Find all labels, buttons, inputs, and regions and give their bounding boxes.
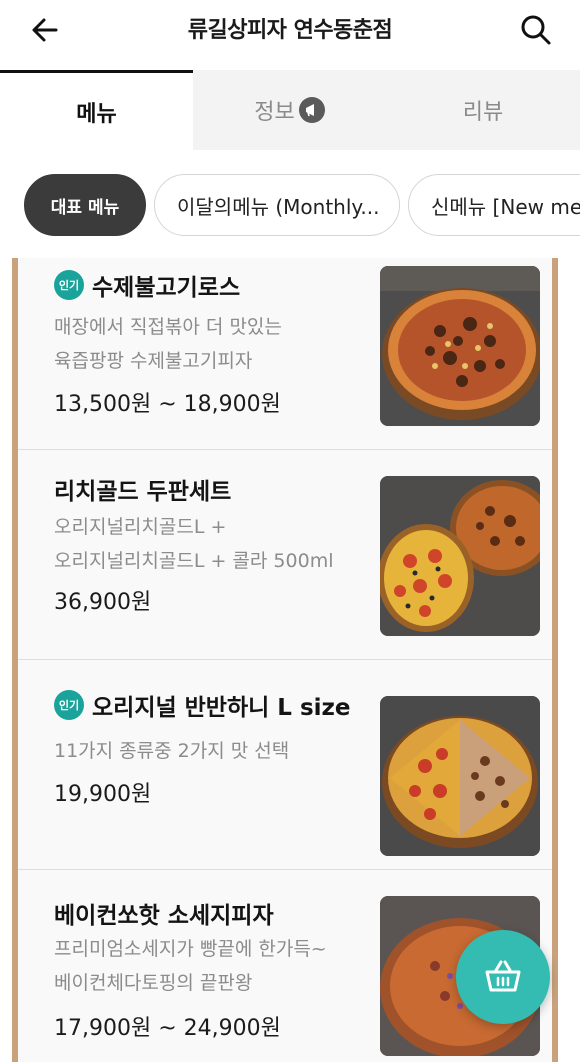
menu-item-name: 인기 수제불고기로스 xyxy=(54,268,240,302)
menu-item-description: 오리지널리치골드L + 오리지널리치골드L + 콜라 500ml xyxy=(54,510,333,578)
tab-info[interactable]: 정보 xyxy=(193,70,386,150)
search-button[interactable] xyxy=(516,10,556,50)
menu-item-name: 인기 오리지널 반반하니 L size xyxy=(54,688,351,722)
menu-item-price: 19,900원 xyxy=(54,782,152,807)
description-line: 베이컨체다토핑의 끝판왕 xyxy=(54,972,253,994)
menu-item-image xyxy=(380,476,540,636)
menu-item-description: 프리미엄소세지가 빵끝에 한가득~ 베이컨체다토핑의 끝판왕 xyxy=(54,932,327,1000)
tab-reviews[interactable]: 리뷰 xyxy=(386,70,580,150)
menu-item[interactable]: 인기 수제불고기로스 매장에서 직접볶아 더 맛있는 육즙팡팡 수제불고기피자 … xyxy=(18,258,552,450)
popular-badge: 인기 xyxy=(54,690,84,720)
menu-item-price: 36,900원 xyxy=(54,590,152,615)
menu-item-price: 13,500원 ~ 18,900원 xyxy=(54,392,281,417)
menu-item-image xyxy=(380,696,540,856)
popular-badge: 인기 xyxy=(54,270,84,300)
cart-button[interactable] xyxy=(456,930,550,1024)
description-line: 육즙팡팡 수제불고기피자 xyxy=(54,350,253,372)
menu-item-price: 17,900원 ~ 24,900원 xyxy=(54,1016,281,1041)
menu-item-title: 수제불고기로스 xyxy=(92,275,241,301)
menu-item-title: 오리지널 반반하니 L size xyxy=(92,695,351,721)
shopping-basket-icon xyxy=(485,960,521,992)
menu-item-name: 리치골드 두판세트 xyxy=(54,472,231,506)
menu-item-description: 매장에서 직접볶아 더 맛있는 육즙팡팡 수제불고기피자 xyxy=(54,310,282,378)
description-line: 11가지 종류중 2가지 맛 선택 xyxy=(54,740,290,762)
description-line: 매장에서 직접볶아 더 맛있는 xyxy=(54,316,282,338)
search-icon xyxy=(521,15,551,45)
menu-item-title: 베이컨쏘핫 소세지피자 xyxy=(54,903,274,929)
description-line: 프리미엄소세지가 빵끝에 한가득~ xyxy=(54,938,327,960)
menu-item-title: 리치골드 두판세트 xyxy=(54,479,232,505)
chip-monthly-menu[interactable]: 이달의메뉴 (Monthly... xyxy=(154,174,400,236)
menu-item-name: 베이컨쏘핫 소세지피자 xyxy=(54,896,274,930)
app-header: 류길상피자 연수동춘점 xyxy=(0,0,580,70)
menu-item-description: 11가지 종류중 2가지 맛 선택 xyxy=(54,734,289,768)
description-line: 오리지널리치골드L + 콜라 500ml xyxy=(54,550,334,572)
tab-menu[interactable]: 메뉴 xyxy=(0,70,193,150)
chip-new-menu[interactable]: 신메뉴 [New men xyxy=(408,174,580,236)
megaphone-icon xyxy=(298,97,325,123)
category-chips: 대표 메뉴 이달의메뉴 (Monthly... 신메뉴 [New men xyxy=(0,150,580,260)
tab-label: 메뉴 xyxy=(76,101,117,127)
menu-item[interactable]: 리치골드 두판세트 오리지널리치골드L + 오리지널리치골드L + 콜라 500… xyxy=(18,450,552,660)
tab-label: 정보 xyxy=(254,100,295,125)
menu-item-image xyxy=(380,266,540,426)
chip-featured-menu[interactable]: 대표 메뉴 xyxy=(24,174,146,236)
description-line: 오리지널리치골드L + xyxy=(54,516,227,538)
menu-item[interactable]: 인기 오리지널 반반하니 L size 11가지 종류중 2가지 맛 선택 19… xyxy=(18,660,552,870)
tab-label: 리뷰 xyxy=(462,100,504,125)
tab-bar: 메뉴 정보 리뷰 xyxy=(0,70,580,150)
page-title: 류길상피자 연수동춘점 xyxy=(187,18,393,43)
